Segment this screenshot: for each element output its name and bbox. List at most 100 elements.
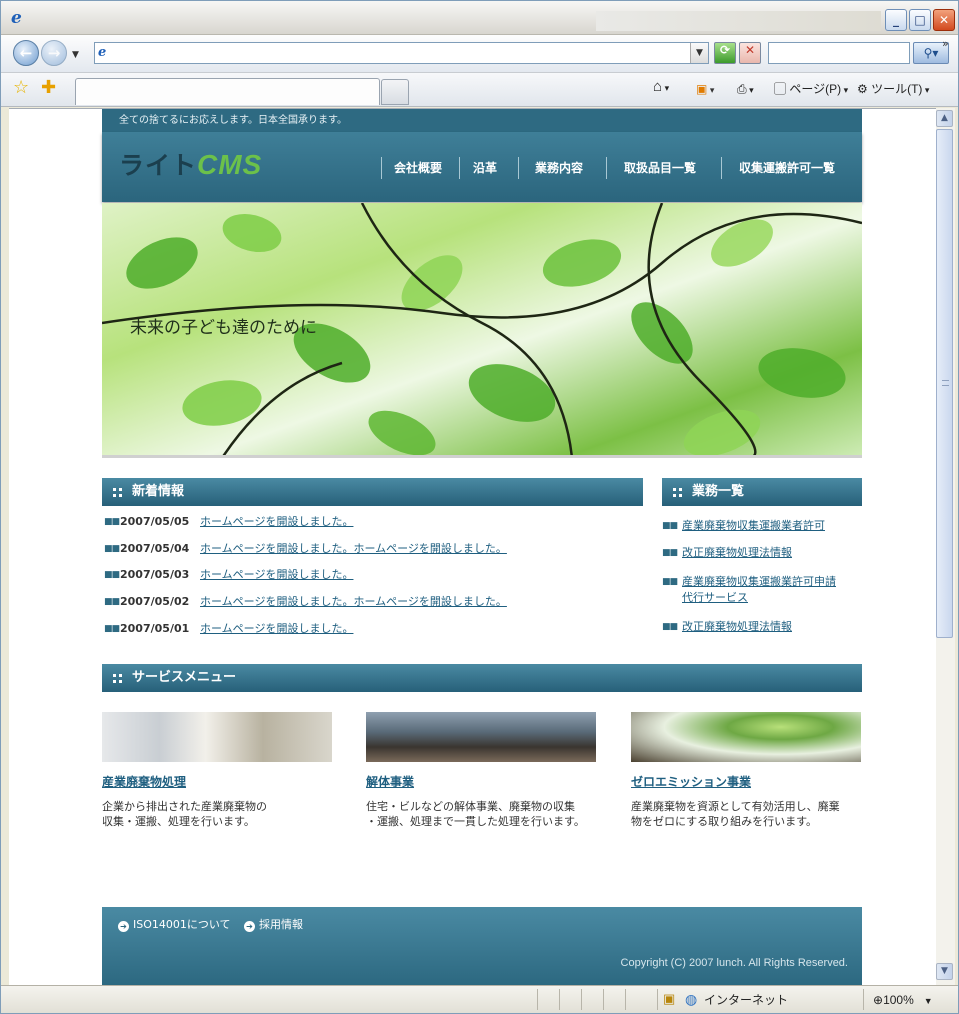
tools-menu[interactable]: ⚙ ツール(T) ▾ [857, 80, 929, 99]
news-link[interactable]: ホームページを開設しました。 [200, 619, 353, 639]
nav-item-items[interactable]: 取扱品目一覧 [624, 158, 696, 178]
news-link[interactable]: ホームページを開設しました。ホームページを開設しました。 [200, 539, 507, 559]
back-button[interactable]: ← [13, 40, 39, 66]
title-bar: e _ □ ✕ [1, 1, 958, 35]
zoom-control[interactable]: ⊕100% ▼ [873, 992, 933, 1009]
zoom-icon: ⊕ [873, 993, 884, 1007]
footer-link-label: 採用情報 [259, 918, 303, 931]
scroll-down-icon[interactable]: ▼ [936, 963, 953, 980]
nav-item-services[interactable]: 業務内容 [535, 158, 583, 178]
business-item: ■■ 改正廃棄物処理法情報 [662, 545, 862, 561]
business-link-line: 代行サービス [682, 591, 748, 604]
ie-logo-icon: e [11, 8, 22, 28]
bullet-icon: ■■ [104, 544, 120, 554]
business-link-line: 改正廃棄物処理法情報 [682, 546, 792, 559]
status-divider [603, 989, 604, 1010]
service-description: 産業廃棄物を資源として有効活用し、廃棄 物をゼロにする取り組みを行います。 [631, 799, 871, 829]
business-link[interactable]: 産業廃棄物収集運搬業許可申請 代行サービス [682, 574, 862, 606]
service-description: 住宅・ビルなどの解体事業、廃棄物の収集 ・運搬、処理まで一貫した処理を行います。 [366, 799, 606, 829]
status-divider [657, 989, 658, 1010]
tools-menu-label: ツール(T) [871, 82, 923, 96]
news-date: 2007/05/01 [120, 622, 190, 635]
news-link[interactable]: ホームページを開設しました。ホームページを開設しました。 [200, 592, 507, 612]
minimize-button[interactable]: _ [885, 9, 907, 31]
page-viewport: 全ての捨てるにお応えします。日本全国承ります。 ライトCMS 会社概要 沿革 業… [9, 108, 936, 985]
forward-button[interactable]: → [41, 40, 67, 66]
print-icon[interactable]: ⎙ ▾ [737, 80, 754, 99]
news-date: 2007/05/05 [120, 515, 190, 528]
scroll-grip-icon [942, 380, 949, 386]
new-tab-button[interactable] [381, 79, 409, 105]
business-item: ■■ 産業廃棄物収集運搬業者許可 [662, 518, 862, 534]
favorites-star-icon[interactable]: ☆ [13, 78, 29, 98]
bullet-icon: ■■ [662, 622, 678, 632]
status-divider [863, 989, 864, 1010]
service-title-link[interactable]: ゼロエミッション事業 [631, 773, 751, 790]
more-icon[interactable]: » [942, 37, 949, 50]
business-link[interactable]: 産業廃棄物収集運搬業者許可 [682, 518, 862, 534]
protected-mode-icon: ▣ [663, 991, 676, 1006]
business-item: ■■ 産業廃棄物収集運搬業許可申請 代行サービス [662, 574, 862, 606]
service-title-link[interactable]: 解体事業 [366, 773, 414, 790]
footer-link-recruit[interactable]: ➔ 採用情報 [244, 917, 303, 933]
bullet-icon: ■■ [104, 517, 120, 527]
search-input[interactable] [768, 42, 910, 64]
nav-item-company[interactable]: 会社概要 [394, 158, 442, 178]
service-title-link[interactable]: 産業廃棄物処理 [102, 773, 186, 790]
business-link[interactable]: 改正廃棄物処理法情報 [682, 619, 862, 635]
news-item: ■■ 2007/05/01 ホームページを開設しました。 [102, 619, 632, 639]
bullet-square-icon [113, 488, 122, 497]
tab-current[interactable] [75, 78, 380, 105]
news-item: ■■ 2007/05/03 ホームページを開設しました。 [102, 565, 632, 585]
news-link[interactable]: ホームページを開設しました。 [200, 565, 353, 585]
zoom-dropdown-icon: ▼ [923, 996, 933, 1006]
service-image-sprout [631, 712, 861, 762]
copyright: Copyright (C) 2007 lunch. All Rights Res… [620, 957, 848, 969]
scroll-thumb[interactable] [936, 129, 953, 638]
address-dropdown-icon[interactable]: ▼ [690, 43, 708, 63]
news-date: 2007/05/03 [120, 568, 190, 581]
bullet-icon: ■■ [662, 577, 678, 587]
news-link[interactable]: ホームページを開設しました。 [200, 512, 353, 532]
close-window-button[interactable]: ✕ [933, 9, 955, 31]
arrow-circle-icon: ➔ [118, 921, 129, 932]
bullet-icon: ■■ [104, 597, 120, 607]
navigation-bar: ← → ▼ e ▼ ⟳ ✕ ⚲▾ » [1, 35, 958, 73]
news-date: 2007/05/04 [120, 542, 190, 555]
address-bar[interactable]: e ▼ [94, 42, 709, 64]
page-icon: e [98, 45, 107, 60]
maximize-button[interactable]: □ [909, 9, 931, 31]
nav-separator [606, 157, 607, 179]
bullet-icon: ■■ [104, 570, 120, 580]
nav-item-history[interactable]: 沿革 [473, 158, 497, 178]
footer-link-label: ISO14001について [133, 918, 231, 931]
nav-separator [459, 157, 460, 179]
bullet-square-icon [113, 674, 122, 683]
scroll-up-icon[interactable]: ▲ [936, 110, 953, 127]
logo-suffix: CMS [197, 149, 263, 180]
refresh-button[interactable]: ⟳ [714, 42, 736, 64]
business-item: ■■ 改正廃棄物処理法情報 [662, 619, 862, 635]
hero-image: 未来の子ども達のために [102, 203, 862, 458]
bullet-icon: ■■ [662, 548, 678, 558]
footer-link-iso[interactable]: ➔ ISO14001について [118, 917, 231, 933]
business-link[interactable]: 改正廃棄物処理法情報 [682, 545, 862, 561]
news-heading: 新着情報 [102, 478, 643, 506]
page-menu[interactable]: ▢ ページ(P) ▾ [774, 80, 848, 99]
favorites-bar: ☆ ✚ ⌂ ▾ ▣ ▾ ⎙ ▾ ▢ ページ(P) ▾ ⚙ ツール(T) ▾ [1, 73, 958, 107]
history-dropdown-icon[interactable]: ▼ [72, 50, 79, 60]
service-desc-line: 企業から排出された産業廃棄物の [102, 800, 267, 813]
nav-item-permits[interactable]: 収集運搬許可一覧 [739, 158, 835, 178]
add-favorite-icon[interactable]: ✚ [41, 78, 56, 98]
vertical-scrollbar[interactable]: ▲ ▼ [936, 108, 955, 985]
business-heading: 業務一覧 [662, 478, 862, 506]
status-divider [537, 989, 538, 1010]
logo-prefix: ライト [119, 152, 198, 180]
service-desc-line: 住宅・ビルなどの解体事業、廃棄物の収集 [366, 800, 575, 813]
zone-label: インターネット [704, 993, 789, 1007]
home-icon[interactable]: ⌂ ▾ [653, 78, 669, 97]
feeds-icon[interactable]: ▣ ▾ [696, 80, 714, 99]
stop-button[interactable]: ✕ [739, 42, 761, 64]
status-divider [581, 989, 582, 1010]
site-logo[interactable]: ライトCMS [119, 147, 262, 184]
